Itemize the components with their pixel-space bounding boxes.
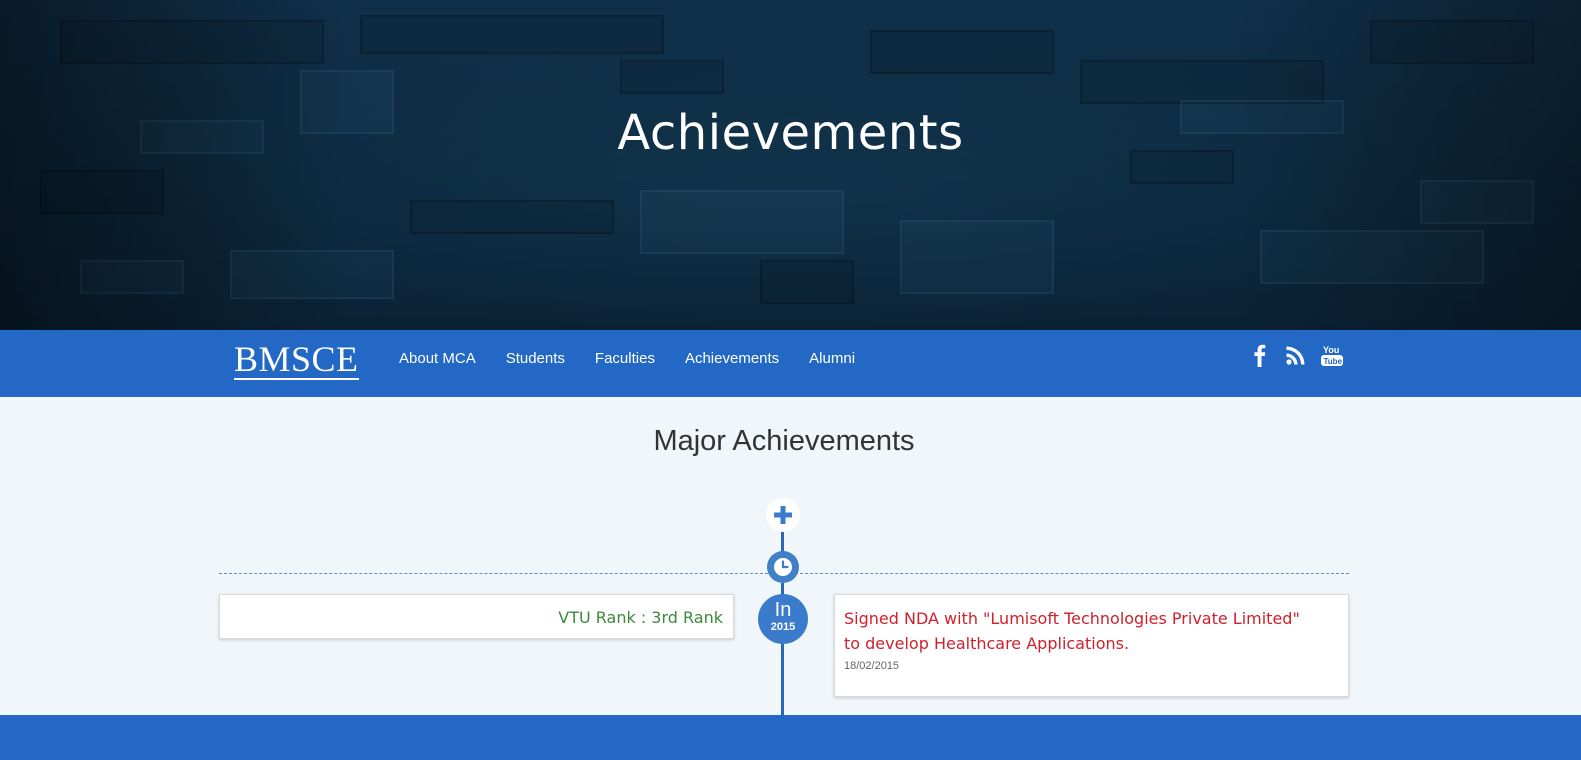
plus-icon	[774, 506, 792, 524]
brand-logo[interactable]: BMSCE	[234, 340, 359, 380]
timeline-card-left: VTU Rank : 3rd Rank	[219, 594, 734, 639]
facebook-icon[interactable]	[1247, 342, 1273, 368]
nav-links: About MCA Students Faculties Achievement…	[399, 350, 885, 368]
youtube-icon[interactable]: You Tube	[1319, 342, 1345, 368]
nav-link-students[interactable]: Students	[506, 350, 565, 368]
svg-text:You: You	[1323, 345, 1339, 355]
year-badge: In 2015	[758, 594, 808, 644]
rss-icon[interactable]	[1283, 342, 1309, 368]
timeline-item-text: VTU Rank : 3rd Rank	[558, 608, 723, 627]
nav-link-about-mca[interactable]: About MCA	[399, 350, 476, 368]
social-links: You Tube	[1247, 342, 1345, 368]
expand-timeline-button[interactable]	[766, 498, 800, 532]
year-prefix: In	[774, 599, 792, 621]
timeline-item-date: 18/02/2015	[844, 660, 900, 672]
timeline-line-top	[781, 530, 784, 552]
timeline-item-text: Signed NDA with "Lumisoft Technologies P…	[844, 609, 1300, 653]
hero-title: Achievements	[617, 105, 964, 161]
svg-text:Tube: Tube	[1324, 357, 1343, 366]
footer-bar	[0, 715, 1581, 760]
section-title: Major Achievements	[653, 425, 915, 457]
main-navbar: BMSCE About MCA Students Faculties Achie…	[0, 330, 1581, 397]
nav-link-alumni[interactable]: Alumni	[809, 350, 855, 368]
nav-link-achievements[interactable]: Achievements	[685, 350, 779, 368]
timeline-card-right: Signed NDA with "Lumisoft Technologies P…	[834, 594, 1349, 697]
clock-icon	[767, 551, 799, 583]
nav-link-faculties[interactable]: Faculties	[595, 350, 655, 368]
hero-banner: Achievements	[0, 0, 1581, 330]
year-label: 2015	[770, 621, 796, 633]
